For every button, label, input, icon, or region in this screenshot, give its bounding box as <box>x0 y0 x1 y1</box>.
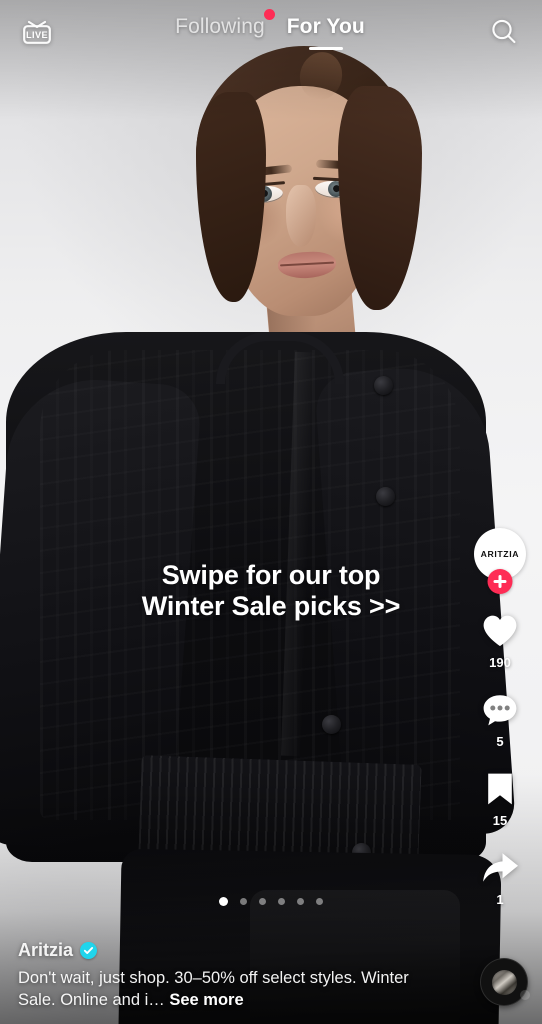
verified-badge <box>80 942 98 960</box>
notification-badge-dot <box>263 9 275 20</box>
feed-tabs: Following For You <box>175 9 365 50</box>
author-row[interactable]: Aritzia <box>18 940 418 961</box>
share-icon <box>477 845 523 891</box>
music-disc[interactable] <box>480 958 530 1006</box>
overlay-sticker-text: Swipe for our top Winter Sale picks >> <box>0 560 542 622</box>
like-count: 190 <box>489 655 511 670</box>
bookmark-count: 15 <box>492 813 508 828</box>
search-icon <box>492 19 516 44</box>
carousel-dot[interactable] <box>297 898 304 905</box>
tab-for-you-label: For You <box>286 15 365 38</box>
profile-avatar-group[interactable]: ARITZIA <box>474 528 526 594</box>
sticker-line-2: Winter Sale picks >> <box>141 590 401 621</box>
cardigan-button <box>376 487 395 506</box>
cardigan-button <box>374 376 393 395</box>
live-button[interactable]: LIVE <box>16 11 58 53</box>
live-tv-icon: LIVE <box>23 20 51 44</box>
check-icon <box>83 947 94 955</box>
follow-button[interactable] <box>487 569 513 594</box>
share-count: 1 <box>496 892 504 907</box>
cardigan-button <box>322 715 341 734</box>
caption-block: Aritzia Don't wait, just shop. 30–50% of… <box>18 940 418 1012</box>
carousel-dot[interactable] <box>219 897 228 906</box>
author-name: Aritzia <box>18 940 74 961</box>
comment-count: 5 <box>496 734 504 749</box>
music-note-bubble <box>520 990 530 1000</box>
bookmark-icon <box>477 766 523 812</box>
action-rail: ARITZIA 190 5 15 1 <box>468 528 532 924</box>
active-tab-underline <box>308 47 343 50</box>
svg-text:LIVE: LIVE <box>26 30 48 40</box>
plus-icon-vertical <box>498 575 502 588</box>
nose <box>286 185 316 247</box>
music-disc-thumbnail <box>491 969 517 995</box>
carousel-dot[interactable] <box>259 898 266 905</box>
like-button[interactable]: 190 <box>477 608 523 682</box>
sticker-line-1: Swipe for our top <box>161 560 381 590</box>
tab-following-label: Following <box>175 15 265 38</box>
top-bar: LIVE Following For You <box>0 0 542 64</box>
caption-text[interactable]: Don't wait, just shop. 30–50% off select… <box>18 968 418 1012</box>
tiktok-feed-screen: LIVE Following For You Swipe for our top… <box>0 0 542 1024</box>
heart-icon <box>477 608 523 654</box>
carousel-dot[interactable] <box>316 898 323 905</box>
comment-button[interactable]: 5 <box>477 687 523 761</box>
carousel-dot[interactable] <box>278 898 285 905</box>
see-more-link[interactable]: See more <box>169 991 243 1009</box>
bookmark-button[interactable]: 15 <box>477 766 523 840</box>
tab-for-you[interactable]: For You <box>287 14 365 50</box>
tab-following[interactable]: Following <box>175 9 275 50</box>
avatar-label: ARITZIA <box>480 548 520 560</box>
share-button[interactable]: 1 <box>477 845 523 919</box>
carousel-indicator[interactable] <box>0 897 542 906</box>
ribbed-hem <box>138 755 422 865</box>
model-photo <box>0 0 542 1024</box>
carousel-dot[interactable] <box>240 898 247 905</box>
search-button[interactable] <box>482 10 526 54</box>
video-player[interactable] <box>0 0 542 1024</box>
comment-icon <box>477 687 523 733</box>
